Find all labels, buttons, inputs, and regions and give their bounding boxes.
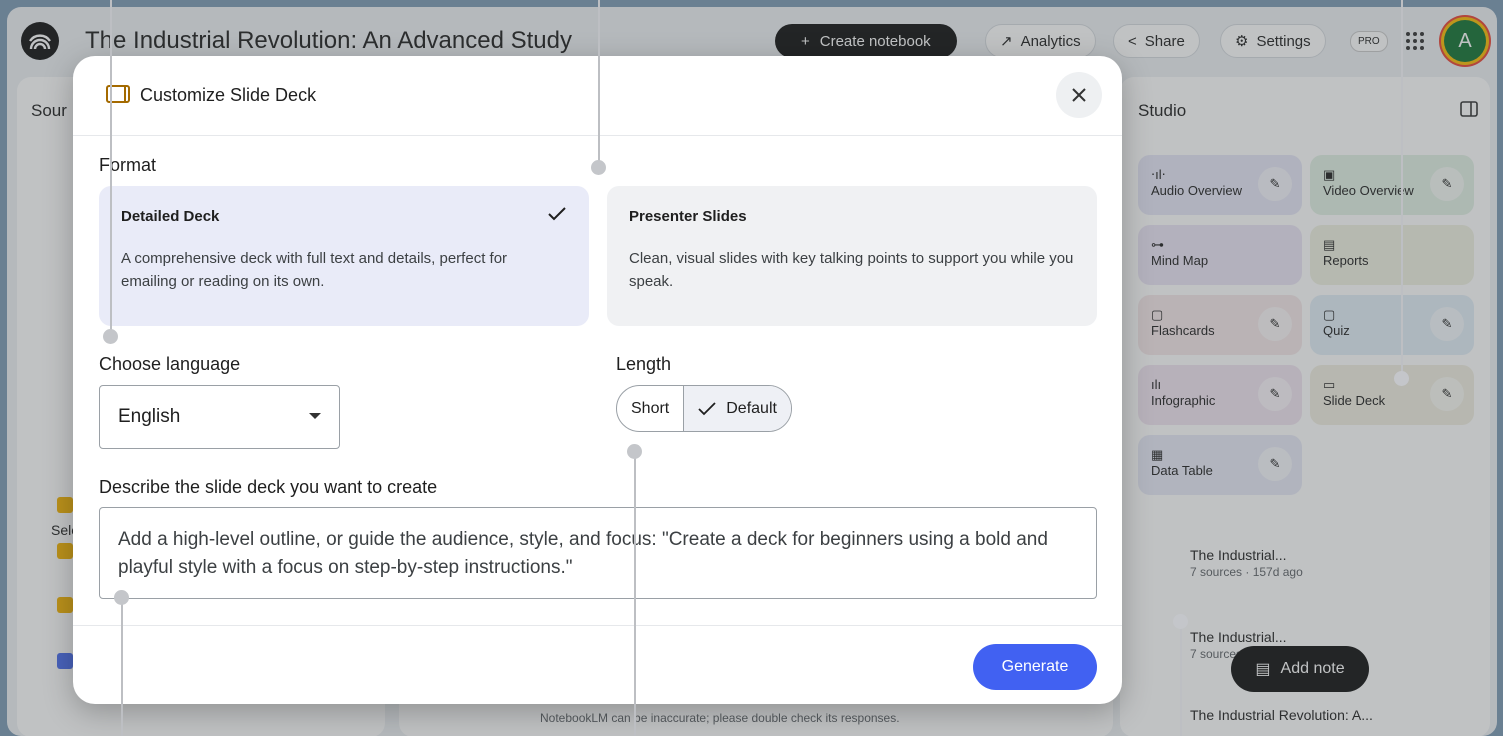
callout-line: [634, 451, 636, 736]
format-label: Format: [99, 155, 157, 175]
callout-dot: [103, 329, 118, 344]
callout-line: [110, 0, 112, 335]
length-segmented-control: Short Default: [616, 385, 792, 432]
format-option-detailed-deck[interactable]: Detailed Deck A comprehensive deck with …: [99, 186, 589, 326]
length-option-short[interactable]: Short: [617, 386, 683, 431]
callout-dot: [1173, 614, 1188, 629]
language-label: Choose language: [99, 354, 241, 374]
callout-dot: [1394, 371, 1409, 386]
describe-label: Describe the slide deck you want to crea…: [99, 477, 438, 497]
length-option-default[interactable]: Default: [683, 386, 791, 431]
check-icon: [547, 206, 567, 227]
callout-line: [1401, 0, 1403, 378]
option-label: Default: [726, 399, 777, 417]
callout-line: [598, 0, 600, 167]
close-button[interactable]: [1056, 72, 1102, 118]
dialog-divider: [73, 625, 1122, 626]
callout-line: [1180, 621, 1182, 736]
dialog-title: Customize Slide Deck: [140, 85, 317, 105]
describe-textarea[interactable]: Add a high-level outline, or guide the a…: [99, 507, 1097, 599]
callout-dot: [114, 590, 129, 605]
callout-line: [121, 597, 123, 736]
option-description: Clean, visual slides with key talking po…: [629, 250, 1074, 290]
callout-dot: [591, 160, 606, 175]
generate-button[interactable]: Generate: [973, 644, 1097, 690]
option-label: Short: [631, 399, 670, 417]
language-value: English: [118, 406, 181, 427]
check-icon: [698, 401, 716, 415]
dropdown-arrow-icon: [309, 413, 321, 419]
option-title: Detailed Deck: [121, 208, 220, 225]
option-description: A comprehensive deck with full text and …: [121, 250, 508, 290]
close-icon: [1072, 88, 1086, 102]
option-title: Presenter Slides: [629, 208, 747, 225]
language-select[interactable]: English: [99, 385, 340, 449]
length-label: Length: [616, 354, 672, 374]
callout-dot: [627, 444, 642, 459]
format-option-presenter-slides[interactable]: Presenter Slides Clean, visual slides wi…: [607, 186, 1097, 326]
